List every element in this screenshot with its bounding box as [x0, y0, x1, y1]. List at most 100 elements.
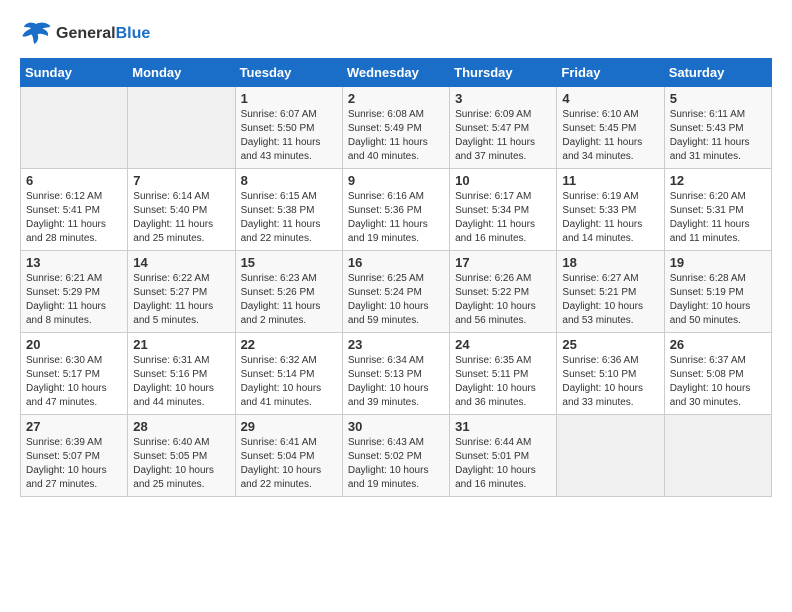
day-info: Sunrise: 6:26 AM Sunset: 5:22 PM Dayligh… — [455, 272, 551, 328]
day-info: Sunrise: 6:31 AM Sunset: 5:16 PM Dayligh… — [133, 354, 229, 410]
day-info: Sunrise: 6:28 AM Sunset: 5:19 PM Dayligh… — [670, 272, 766, 328]
logo: GeneralBlue — [20, 20, 150, 48]
calendar-table: SundayMondayTuesdayWednesdayThursdayFrid… — [20, 58, 772, 497]
day-number: 22 — [241, 337, 337, 352]
day-number: 26 — [670, 337, 766, 352]
calendar-cell: 3 Sunrise: 6:09 AM Sunset: 5:47 PM Daylig… — [450, 87, 557, 169]
week-row-4: 20Sunrise: 6:30 AM Sunset: 5:17 PM Dayli… — [21, 333, 772, 415]
calendar-cell: 28 Sunrise: 6:40 AM Sunset: 5:05 PM Dayli… — [128, 415, 235, 497]
day-info: Sunrise: 6:11 AM Sunset: 5:43 PM Dayligh… — [670, 108, 766, 164]
calendar-cell — [128, 87, 235, 169]
day-number: 21 — [133, 337, 229, 352]
calendar-cell: 2 Sunrise: 6:08 AM Sunset: 5:49 PM Daylig… — [342, 87, 449, 169]
day-info: Sunrise: 6:40 AM Sunset: 5:05 PM Dayligh… — [133, 436, 229, 492]
day-info: Sunrise: 6:35 AM Sunset: 5:11 PM Dayligh… — [455, 354, 551, 410]
calendar-cell: 21 Sunrise: 6:31 AM Sunset: 5:16 PM Dayli… — [128, 333, 235, 415]
day-number: 3 — [455, 91, 551, 106]
calendar-cell: 29 Sunrise: 6:41 AM Sunset: 5:04 PM Dayli… — [235, 415, 342, 497]
day-info: Sunrise: 6:15 AM Sunset: 5:38 PM Dayligh… — [241, 190, 337, 246]
day-number: 6 — [26, 173, 122, 188]
day-number: 5 — [670, 91, 766, 106]
day-number: 12 — [670, 173, 766, 188]
day-number: 24 — [455, 337, 551, 352]
calendar-cell: 14Sunrise: 6:22 AM Sunset: 5:27 PM Dayli… — [128, 251, 235, 333]
calendar-cell: 7 Sunrise: 6:14 AM Sunset: 5:40 PM Daylig… — [128, 169, 235, 251]
day-header-tuesday: Tuesday — [235, 59, 342, 87]
day-number: 23 — [348, 337, 444, 352]
day-number: 15 — [241, 255, 337, 270]
calendar-cell: 9Sunrise: 6:16 AM Sunset: 5:36 PM Daylig… — [342, 169, 449, 251]
day-number: 18 — [562, 255, 658, 270]
day-info: Sunrise: 6:09 AM Sunset: 5:47 PM Dayligh… — [455, 108, 551, 164]
day-info: Sunrise: 6:07 AM Sunset: 5:50 PM Dayligh… — [241, 108, 337, 164]
day-number: 28 — [133, 419, 229, 434]
day-number: 31 — [455, 419, 551, 434]
day-info: Sunrise: 6:44 AM Sunset: 5:01 PM Dayligh… — [455, 436, 551, 492]
day-number: 16 — [348, 255, 444, 270]
day-info: Sunrise: 6:25 AM Sunset: 5:24 PM Dayligh… — [348, 272, 444, 328]
calendar-cell: 15 Sunrise: 6:23 AM Sunset: 5:26 PM Dayli… — [235, 251, 342, 333]
day-number: 1 — [241, 91, 337, 106]
calendar-cell: 23 Sunrise: 6:34 AM Sunset: 5:13 PM Dayli… — [342, 333, 449, 415]
logo-icon — [20, 20, 52, 48]
day-info: Sunrise: 6:36 AM Sunset: 5:10 PM Dayligh… — [562, 354, 658, 410]
week-row-3: 13Sunrise: 6:21 AM Sunset: 5:29 PM Dayli… — [21, 251, 772, 333]
calendar-cell: 20Sunrise: 6:30 AM Sunset: 5:17 PM Dayli… — [21, 333, 128, 415]
day-number: 10 — [455, 173, 551, 188]
calendar-cell: 22Sunrise: 6:32 AM Sunset: 5:14 PM Dayli… — [235, 333, 342, 415]
day-number: 29 — [241, 419, 337, 434]
calendar-cell: 6 Sunrise: 6:12 AM Sunset: 5:41 PM Daylig… — [21, 169, 128, 251]
calendar-cell: 13Sunrise: 6:21 AM Sunset: 5:29 PM Dayli… — [21, 251, 128, 333]
calendar-cell: 8 Sunrise: 6:15 AM Sunset: 5:38 PM Daylig… — [235, 169, 342, 251]
calendar-cell: 25 Sunrise: 6:36 AM Sunset: 5:10 PM Dayli… — [557, 333, 664, 415]
day-info: Sunrise: 6:17 AM Sunset: 5:34 PM Dayligh… — [455, 190, 551, 246]
day-number: 25 — [562, 337, 658, 352]
calendar-cell — [21, 87, 128, 169]
day-number: 4 — [562, 91, 658, 106]
calendar-cell: 10 Sunrise: 6:17 AM Sunset: 5:34 PM Dayli… — [450, 169, 557, 251]
day-header-saturday: Saturday — [664, 59, 771, 87]
calendar-cell: 16 Sunrise: 6:25 AM Sunset: 5:24 PM Dayli… — [342, 251, 449, 333]
day-number: 17 — [455, 255, 551, 270]
calendar-cell — [664, 415, 771, 497]
day-info: Sunrise: 6:30 AM Sunset: 5:17 PM Dayligh… — [26, 354, 122, 410]
day-header-monday: Monday — [128, 59, 235, 87]
day-info: Sunrise: 6:37 AM Sunset: 5:08 PM Dayligh… — [670, 354, 766, 410]
days-header-row: SundayMondayTuesdayWednesdayThursdayFrid… — [21, 59, 772, 87]
day-info: Sunrise: 6:43 AM Sunset: 5:02 PM Dayligh… — [348, 436, 444, 492]
day-number: 8 — [241, 173, 337, 188]
calendar-cell: 19Sunrise: 6:28 AM Sunset: 5:19 PM Dayli… — [664, 251, 771, 333]
day-info: Sunrise: 6:22 AM Sunset: 5:27 PM Dayligh… — [133, 272, 229, 328]
day-number: 27 — [26, 419, 122, 434]
calendar-cell: 26 Sunrise: 6:37 AM Sunset: 5:08 PM Dayli… — [664, 333, 771, 415]
calendar-cell: 1 Sunrise: 6:07 AM Sunset: 5:50 PM Daylig… — [235, 87, 342, 169]
calendar-cell: 12 Sunrise: 6:20 AM Sunset: 5:31 PM Dayli… — [664, 169, 771, 251]
day-header-wednesday: Wednesday — [342, 59, 449, 87]
calendar-cell: 30 Sunrise: 6:43 AM Sunset: 5:02 PM Dayli… — [342, 415, 449, 497]
calendar-cell: 11Sunrise: 6:19 AM Sunset: 5:33 PM Dayli… — [557, 169, 664, 251]
day-header-friday: Friday — [557, 59, 664, 87]
day-number: 2 — [348, 91, 444, 106]
day-info: Sunrise: 6:27 AM Sunset: 5:21 PM Dayligh… — [562, 272, 658, 328]
day-info: Sunrise: 6:39 AM Sunset: 5:07 PM Dayligh… — [26, 436, 122, 492]
calendar-cell: 18 Sunrise: 6:27 AM Sunset: 5:21 PM Dayli… — [557, 251, 664, 333]
day-number: 30 — [348, 419, 444, 434]
day-info: Sunrise: 6:41 AM Sunset: 5:04 PM Dayligh… — [241, 436, 337, 492]
calendar-cell: 17 Sunrise: 6:26 AM Sunset: 5:22 PM Dayli… — [450, 251, 557, 333]
day-info: Sunrise: 6:34 AM Sunset: 5:13 PM Dayligh… — [348, 354, 444, 410]
calendar-cell: 5 Sunrise: 6:11 AM Sunset: 5:43 PM Daylig… — [664, 87, 771, 169]
day-header-sunday: Sunday — [21, 59, 128, 87]
day-info: Sunrise: 6:21 AM Sunset: 5:29 PM Dayligh… — [26, 272, 122, 328]
page-header: GeneralBlue — [20, 20, 772, 48]
day-number: 9 — [348, 173, 444, 188]
day-info: Sunrise: 6:23 AM Sunset: 5:26 PM Dayligh… — [241, 272, 337, 328]
day-number: 7 — [133, 173, 229, 188]
day-info: Sunrise: 6:12 AM Sunset: 5:41 PM Dayligh… — [26, 190, 122, 246]
day-info: Sunrise: 6:08 AM Sunset: 5:49 PM Dayligh… — [348, 108, 444, 164]
day-header-thursday: Thursday — [450, 59, 557, 87]
week-row-2: 6 Sunrise: 6:12 AM Sunset: 5:41 PM Daylig… — [21, 169, 772, 251]
week-row-5: 27 Sunrise: 6:39 AM Sunset: 5:07 PM Dayli… — [21, 415, 772, 497]
day-info: Sunrise: 6:14 AM Sunset: 5:40 PM Dayligh… — [133, 190, 229, 246]
calendar-cell: 31 Sunrise: 6:44 AM Sunset: 5:01 PM Dayli… — [450, 415, 557, 497]
day-info: Sunrise: 6:20 AM Sunset: 5:31 PM Dayligh… — [670, 190, 766, 246]
